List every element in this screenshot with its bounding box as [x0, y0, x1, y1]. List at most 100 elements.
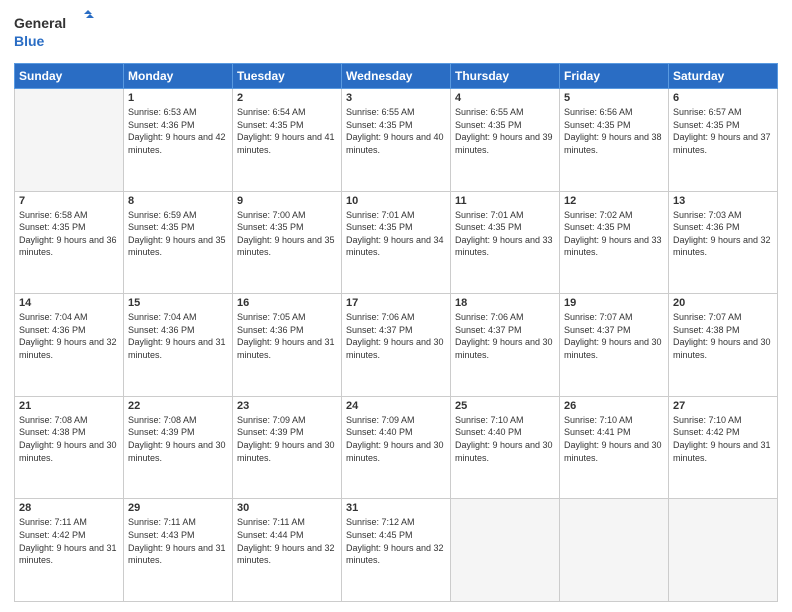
day-number: 5	[564, 92, 664, 104]
day-info: Sunrise: 7:08 AMSunset: 4:38 PMDaylight:…	[19, 414, 119, 464]
day-info: Sunrise: 7:10 AMSunset: 4:41 PMDaylight:…	[564, 414, 664, 464]
calendar-cell	[560, 499, 669, 602]
day-info: Sunrise: 7:10 AMSunset: 4:40 PMDaylight:…	[455, 414, 555, 464]
day-number: 13	[673, 195, 773, 207]
calendar-cell: 12 Sunrise: 7:02 AMSunset: 4:35 PMDayligh…	[560, 191, 669, 294]
day-number: 26	[564, 400, 664, 412]
day-info: Sunrise: 6:55 AMSunset: 4:35 PMDaylight:…	[346, 106, 446, 156]
day-info: Sunrise: 6:56 AMSunset: 4:35 PMDaylight:…	[564, 106, 664, 156]
week-row-4: 21 Sunrise: 7:08 AMSunset: 4:38 PMDayligh…	[15, 396, 778, 499]
calendar-cell: 21 Sunrise: 7:08 AMSunset: 4:38 PMDayligh…	[15, 396, 124, 499]
day-info: Sunrise: 7:02 AMSunset: 4:35 PMDaylight:…	[564, 209, 664, 259]
calendar-cell: 6 Sunrise: 6:57 AMSunset: 4:35 PMDaylight…	[669, 89, 778, 192]
calendar-cell: 20 Sunrise: 7:07 AMSunset: 4:38 PMDayligh…	[669, 294, 778, 397]
day-info: Sunrise: 7:05 AMSunset: 4:36 PMDaylight:…	[237, 311, 337, 361]
main-container: General Blue SundayMondayTuesdayWednesda…	[0, 0, 792, 612]
calendar-cell: 27Sunrise: 7:10 AMSunset: 4:42 PMDayligh…	[669, 396, 778, 499]
day-number: 1	[128, 92, 228, 104]
day-info: Sunrise: 6:59 AMSunset: 4:35 PMDaylight:…	[128, 209, 228, 259]
weekday-header-sunday: Sunday	[15, 64, 124, 89]
day-number: 16	[237, 297, 337, 309]
calendar-cell	[669, 499, 778, 602]
week-row-1: 1 Sunrise: 6:53 AMSunset: 4:36 PMDaylight…	[15, 89, 778, 192]
calendar-cell: 13 Sunrise: 7:03 AMSunset: 4:36 PMDayligh…	[669, 191, 778, 294]
day-number: 7	[19, 195, 119, 207]
day-info: Sunrise: 7:07 AMSunset: 4:38 PMDaylight:…	[673, 311, 773, 361]
day-number: 23	[237, 400, 337, 412]
day-number: 14	[19, 297, 119, 309]
calendar-cell: 7 Sunrise: 6:58 AMSunset: 4:35 PMDaylight…	[15, 191, 124, 294]
day-info: Sunrise: 7:06 AMSunset: 4:37 PMDaylight:…	[455, 311, 555, 361]
day-number: 4	[455, 92, 555, 104]
calendar-cell	[15, 89, 124, 192]
week-row-5: 28Sunrise: 7:11 AMSunset: 4:42 PMDayligh…	[15, 499, 778, 602]
day-number: 24	[346, 400, 446, 412]
calendar-cell: 9Sunrise: 7:00 AMSunset: 4:35 PMDaylight…	[233, 191, 342, 294]
day-number: 8	[128, 195, 228, 207]
day-number: 6	[673, 92, 773, 104]
day-info: Sunrise: 7:04 AMSunset: 4:36 PMDaylight:…	[19, 311, 119, 361]
day-info: Sunrise: 6:57 AMSunset: 4:35 PMDaylight:…	[673, 106, 773, 156]
week-row-2: 7 Sunrise: 6:58 AMSunset: 4:35 PMDaylight…	[15, 191, 778, 294]
calendar-cell: 16 Sunrise: 7:05 AMSunset: 4:36 PMDayligh…	[233, 294, 342, 397]
day-info: Sunrise: 7:11 AMSunset: 4:43 PMDaylight:…	[128, 516, 228, 566]
day-info: Sunrise: 7:06 AMSunset: 4:37 PMDaylight:…	[346, 311, 446, 361]
weekday-header-row: SundayMondayTuesdayWednesdayThursdayFrid…	[15, 64, 778, 89]
day-info: Sunrise: 6:58 AMSunset: 4:35 PMDaylight:…	[19, 209, 119, 259]
svg-text:Blue: Blue	[14, 33, 45, 49]
day-number: 11	[455, 195, 555, 207]
week-row-3: 14 Sunrise: 7:04 AMSunset: 4:36 PMDayligh…	[15, 294, 778, 397]
day-info: Sunrise: 7:12 AMSunset: 4:45 PMDaylight:…	[346, 516, 446, 566]
day-info: Sunrise: 7:09 AMSunset: 4:40 PMDaylight:…	[346, 414, 446, 464]
calendar-cell: 17Sunrise: 7:06 AMSunset: 4:37 PMDayligh…	[342, 294, 451, 397]
weekday-header-monday: Monday	[124, 64, 233, 89]
day-number: 25	[455, 400, 555, 412]
calendar-cell: 31 Sunrise: 7:12 AMSunset: 4:45 PMDayligh…	[342, 499, 451, 602]
day-number: 10	[346, 195, 446, 207]
day-number: 9	[237, 195, 337, 207]
calendar-cell: 19 Sunrise: 7:07 AMSunset: 4:37 PMDayligh…	[560, 294, 669, 397]
calendar-cell: 18 Sunrise: 7:06 AMSunset: 4:37 PMDayligh…	[451, 294, 560, 397]
logo-svg: General Blue	[14, 10, 94, 55]
calendar-cell: 11Sunrise: 7:01 AMSunset: 4:35 PMDayligh…	[451, 191, 560, 294]
day-number: 22	[128, 400, 228, 412]
day-number: 20	[673, 297, 773, 309]
day-number: 15	[128, 297, 228, 309]
calendar-cell: 3 Sunrise: 6:55 AMSunset: 4:35 PMDaylight…	[342, 89, 451, 192]
day-number: 3	[346, 92, 446, 104]
calendar-cell: 30Sunrise: 7:11 AMSunset: 4:44 PMDayligh…	[233, 499, 342, 602]
weekday-header-wednesday: Wednesday	[342, 64, 451, 89]
day-number: 28	[19, 502, 119, 514]
day-number: 12	[564, 195, 664, 207]
calendar-cell: 29 Sunrise: 7:11 AMSunset: 4:43 PMDayligh…	[124, 499, 233, 602]
day-number: 29	[128, 502, 228, 514]
logo: General Blue	[14, 10, 94, 55]
calendar-cell: 25 Sunrise: 7:10 AMSunset: 4:40 PMDayligh…	[451, 396, 560, 499]
calendar-cell: 22 Sunrise: 7:08 AMSunset: 4:39 PMDayligh…	[124, 396, 233, 499]
calendar-cell: 24 Sunrise: 7:09 AMSunset: 4:40 PMDayligh…	[342, 396, 451, 499]
day-info: Sunrise: 7:03 AMSunset: 4:36 PMDaylight:…	[673, 209, 773, 259]
calendar-cell: 14 Sunrise: 7:04 AMSunset: 4:36 PMDayligh…	[15, 294, 124, 397]
calendar-cell: 1 Sunrise: 6:53 AMSunset: 4:36 PMDaylight…	[124, 89, 233, 192]
calendar-cell: 5 Sunrise: 6:56 AMSunset: 4:35 PMDaylight…	[560, 89, 669, 192]
day-number: 30	[237, 502, 337, 514]
day-number: 19	[564, 297, 664, 309]
day-info: Sunrise: 7:08 AMSunset: 4:39 PMDaylight:…	[128, 414, 228, 464]
day-number: 21	[19, 400, 119, 412]
day-info: Sunrise: 7:07 AMSunset: 4:37 PMDaylight:…	[564, 311, 664, 361]
day-info: Sunrise: 6:53 AMSunset: 4:36 PMDaylight:…	[128, 106, 228, 156]
calendar-cell: 26 Sunrise: 7:10 AMSunset: 4:41 PMDayligh…	[560, 396, 669, 499]
svg-text:General: General	[14, 15, 66, 31]
calendar-cell: 15Sunrise: 7:04 AMSunset: 4:36 PMDayligh…	[124, 294, 233, 397]
calendar-cell: 10 Sunrise: 7:01 AMSunset: 4:35 PMDayligh…	[342, 191, 451, 294]
weekday-header-saturday: Saturday	[669, 64, 778, 89]
day-number: 31	[346, 502, 446, 514]
calendar-cell: 23Sunrise: 7:09 AMSunset: 4:39 PMDayligh…	[233, 396, 342, 499]
day-info: Sunrise: 7:01 AMSunset: 4:35 PMDaylight:…	[346, 209, 446, 259]
day-number: 18	[455, 297, 555, 309]
day-number: 2	[237, 92, 337, 104]
calendar-cell: 28Sunrise: 7:11 AMSunset: 4:42 PMDayligh…	[15, 499, 124, 602]
day-info: Sunrise: 6:54 AMSunset: 4:35 PMDaylight:…	[237, 106, 337, 156]
day-info: Sunrise: 7:10 AMSunset: 4:42 PMDaylight:…	[673, 414, 773, 464]
day-info: Sunrise: 6:55 AMSunset: 4:35 PMDaylight:…	[455, 106, 555, 156]
